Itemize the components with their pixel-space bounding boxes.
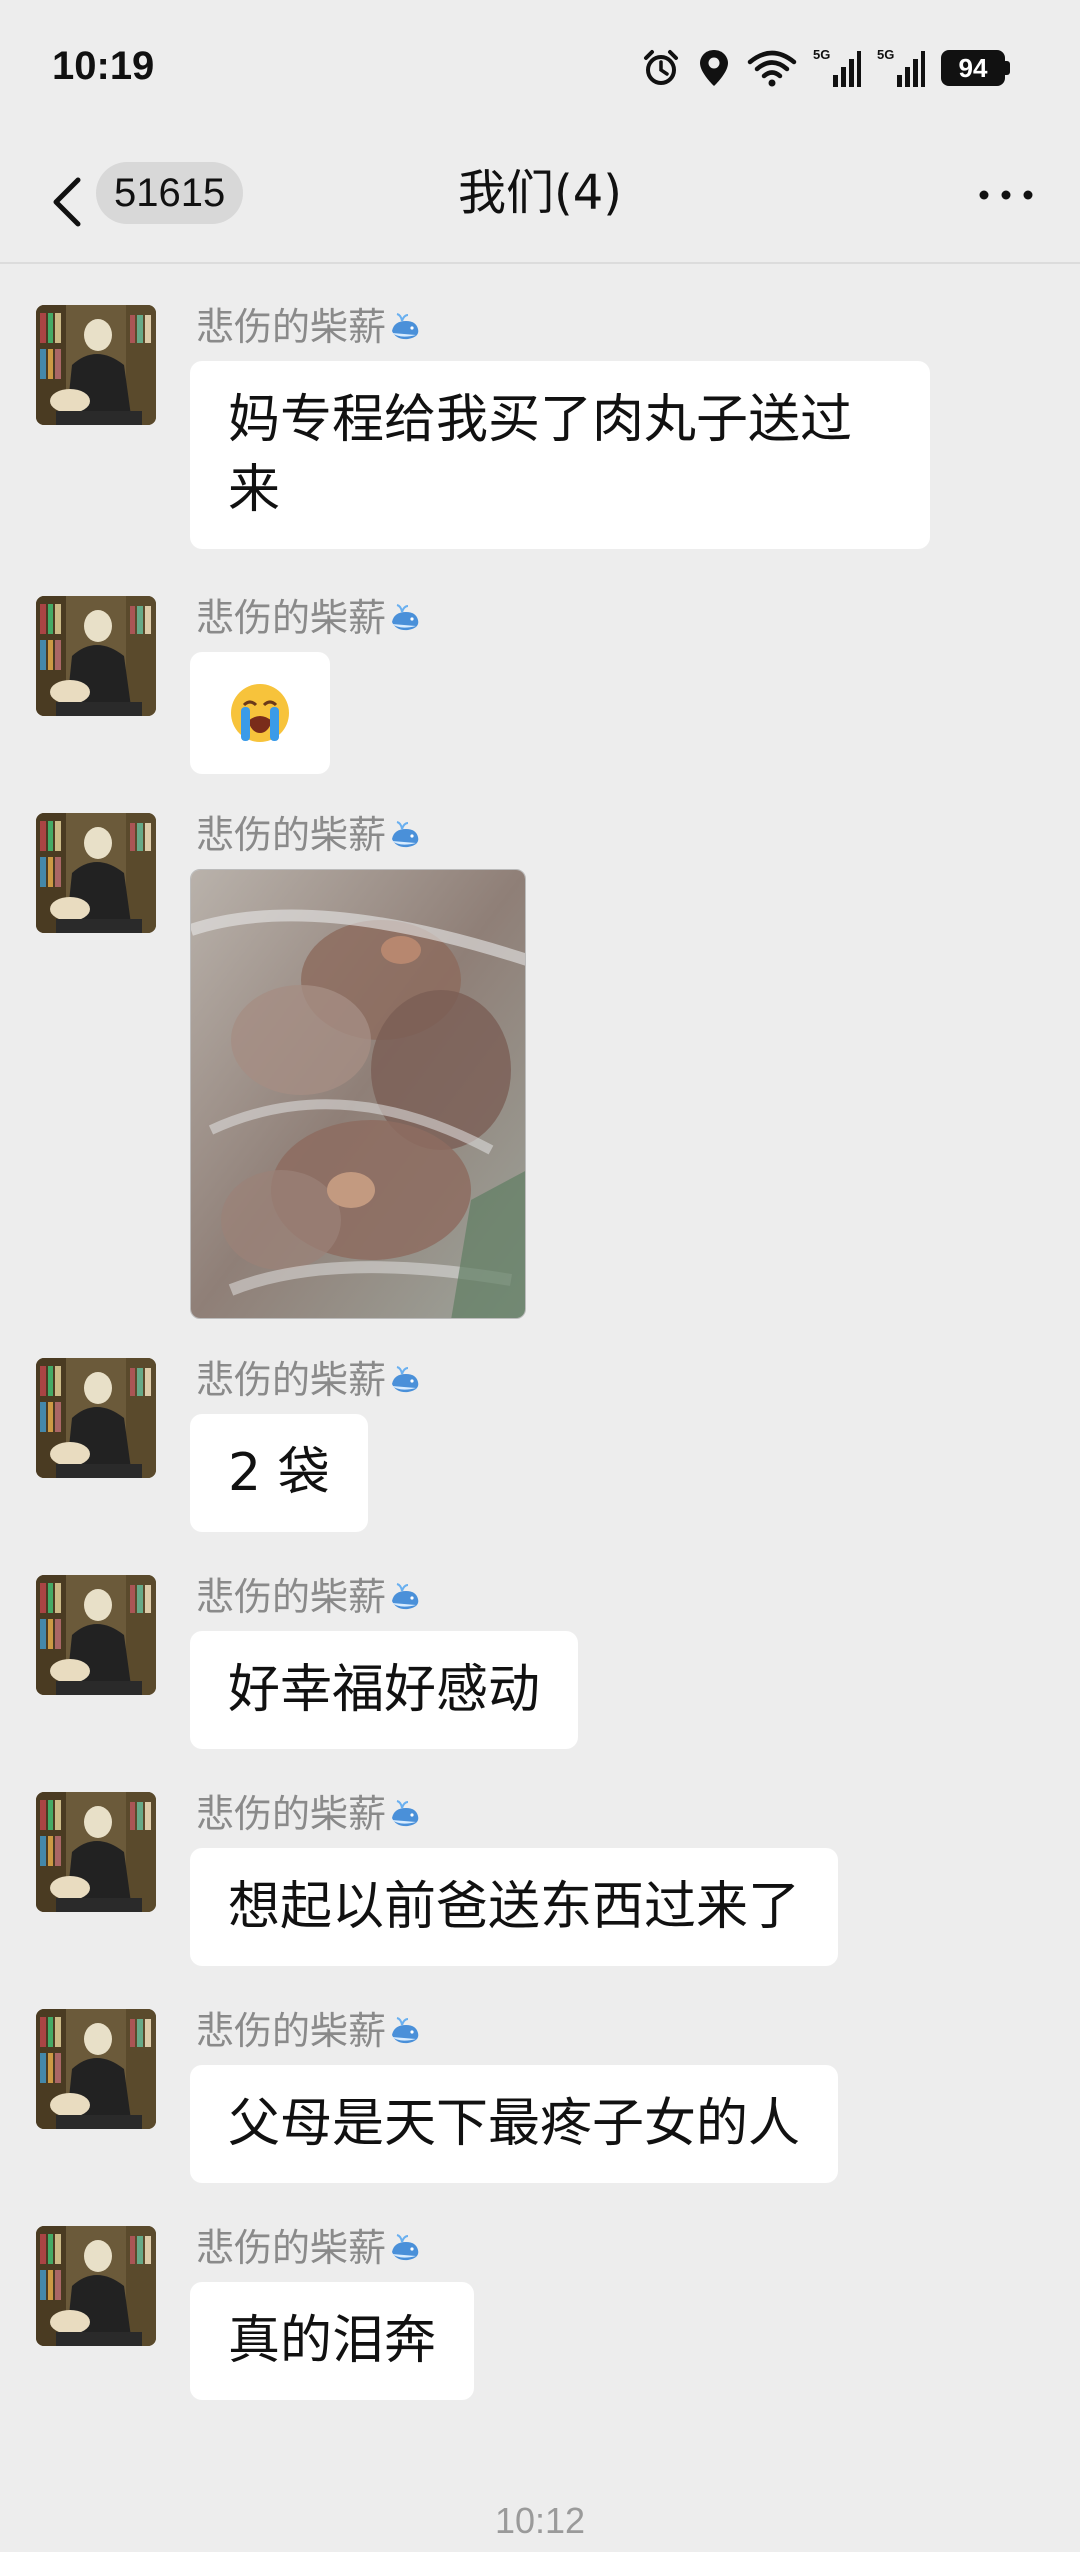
message-bubble[interactable]: 2 袋 xyxy=(190,1414,368,1532)
message-timestamp: 10:12 xyxy=(494,2500,586,2541)
chat-title: 我们(4) xyxy=(458,165,622,221)
sender-name: 悲伤的柴薪 xyxy=(196,2226,422,2270)
message-bubble[interactable]: 好幸福好感动 xyxy=(190,1631,579,1749)
alarm-icon xyxy=(641,48,681,88)
image-message-meatballs[interactable] xyxy=(190,869,526,1319)
crying-face-icon xyxy=(231,684,289,742)
whale-emoji-icon xyxy=(392,1583,419,1610)
more-options-button[interactable] xyxy=(976,180,1036,210)
sender-name: 悲伤的柴薪 xyxy=(196,1575,422,1619)
battery-icon: 94 xyxy=(941,50,1010,86)
sender-name: 悲伤的柴薪 xyxy=(196,813,422,857)
message-bubble[interactable] xyxy=(190,652,330,774)
cellular-signal-icon-2: 5G xyxy=(877,47,925,89)
avatar[interactable] xyxy=(36,2009,156,2129)
message-bubble[interactable]: 想起以前爸送东西过来了 xyxy=(190,1848,839,1966)
wifi-icon xyxy=(747,48,797,88)
message-bubble[interactable]: 妈专程给我买了肉丸子送过来 xyxy=(190,361,930,549)
status-bar: 10:19 5G 5G 94 xyxy=(0,0,1080,140)
sender-name: 悲伤的柴薪 xyxy=(196,2009,422,2053)
avatar[interactable] xyxy=(36,2226,156,2346)
status-icons: 5G 5G 94 xyxy=(641,46,1010,90)
whale-emoji-icon xyxy=(392,2234,419,2261)
avatar[interactable] xyxy=(36,1358,156,1478)
more-icon xyxy=(979,190,1033,200)
net-label-1: 5G xyxy=(813,47,830,62)
battery-level: 94 xyxy=(941,50,1005,86)
avatar[interactable] xyxy=(36,813,156,933)
avatar[interactable] xyxy=(36,596,156,716)
location-icon xyxy=(697,48,731,88)
sender-name: 悲伤的柴薪 xyxy=(196,596,422,640)
whale-emoji-icon xyxy=(392,2017,419,2044)
cellular-signal-icon-1: 5G xyxy=(813,47,861,89)
status-time: 10:19 xyxy=(52,44,155,88)
whale-emoji-icon xyxy=(392,1366,419,1393)
whale-emoji-icon xyxy=(392,604,419,631)
sender-name: 悲伤的柴薪 xyxy=(196,305,422,349)
whale-emoji-icon xyxy=(392,1800,419,1827)
message-bubble[interactable]: 真的泪奔 xyxy=(190,2282,475,2400)
message-bubble[interactable]: 父母是天下最疼子女的人 xyxy=(190,2065,839,2183)
chat-header: 51615 我们(4) xyxy=(0,140,1080,264)
avatar[interactable] xyxy=(36,1575,156,1695)
sender-name: 悲伤的柴薪 xyxy=(196,1358,422,1402)
whale-emoji-icon xyxy=(392,313,419,340)
avatar[interactable] xyxy=(36,1792,156,1912)
sender-name: 悲伤的柴薪 xyxy=(196,1792,422,1836)
whale-emoji-icon xyxy=(392,821,419,848)
avatar[interactable] xyxy=(36,305,156,425)
net-label-2: 5G xyxy=(877,47,894,62)
